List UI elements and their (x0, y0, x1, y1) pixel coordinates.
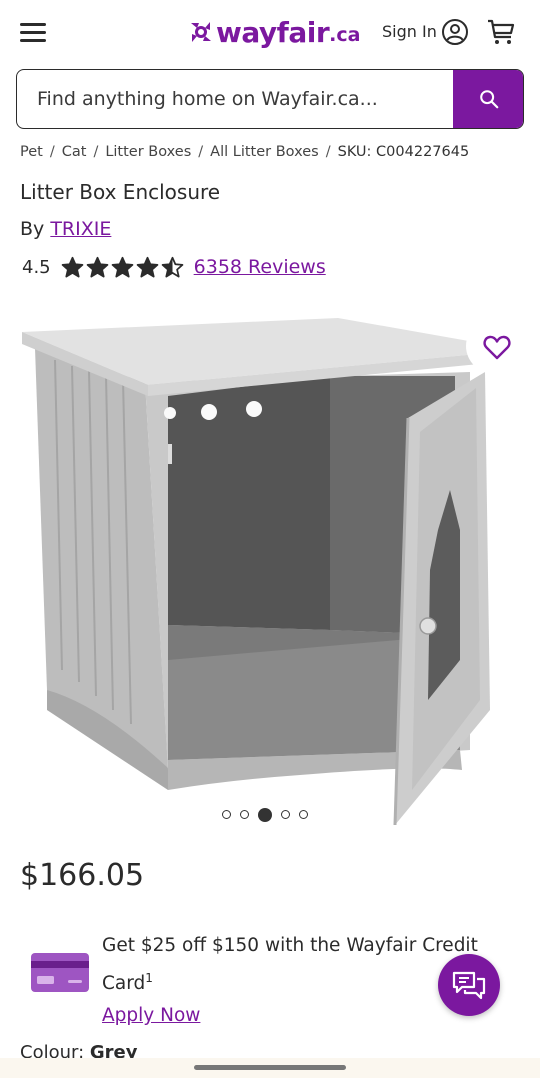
breadcrumb-separator: / (325, 144, 331, 160)
reviews-link[interactable]: 6358 Reviews (194, 256, 326, 278)
brand-link[interactable]: TRIXIE (50, 218, 111, 240)
rating-row: 4.5 6358 Reviews (22, 253, 326, 281)
star-rating (61, 256, 184, 279)
wayfair-logo[interactable]: wayfair .ca (188, 14, 360, 50)
carousel-dot[interactable] (222, 810, 231, 819)
brand-byline: By TRIXIE (20, 218, 111, 240)
breadcrumb-item-cat[interactable]: Cat (62, 144, 87, 160)
breadcrumb-separator: / (93, 144, 99, 160)
footnote-marker: 1 (145, 971, 153, 985)
carousel-dot[interactable] (299, 810, 308, 819)
wayfair-pinwheel-icon (191, 22, 211, 42)
shopping-cart-icon[interactable] (486, 17, 516, 47)
breadcrumb-item-litter-boxes[interactable]: Litter Boxes (105, 144, 191, 160)
apply-now-link[interactable]: Apply Now (102, 1005, 200, 1026)
search-bar (16, 69, 524, 129)
carousel-dot[interactable] (240, 810, 249, 819)
search-icon (480, 90, 499, 109)
product-price: $166.05 (20, 858, 145, 893)
product-image[interactable] (0, 300, 540, 840)
logo-wordmark: wayfair (216, 15, 330, 49)
breadcrumb-item-pet[interactable]: Pet (20, 144, 43, 160)
star-full-icon (136, 256, 158, 277)
favorite-button[interactable] (466, 318, 524, 374)
chat-bubbles-icon (452, 971, 486, 1000)
user-circle-icon[interactable] (441, 18, 469, 46)
hamburger-menu-icon[interactable] (20, 21, 46, 43)
star-full-icon (86, 256, 108, 277)
star-full-icon (61, 256, 83, 277)
carousel-dots (222, 807, 308, 822)
star-half-icon (161, 256, 183, 277)
logo-domain: .ca (329, 24, 361, 46)
home-indicator[interactable] (194, 1065, 346, 1070)
carousel-dot[interactable] (281, 810, 290, 819)
breadcrumb: Pet / Cat / Litter Boxes / All Litter Boxes / SK… (20, 144, 469, 160)
credit-card-icon (31, 953, 89, 992)
by-label: By (20, 218, 45, 240)
rating-value: 4.5 (22, 256, 51, 278)
chat-button[interactable] (438, 954, 500, 1016)
star-full-icon (111, 256, 133, 277)
search-button[interactable] (453, 70, 523, 128)
sku-label: SKU: C004227645 (337, 144, 470, 160)
credit-promo: Get $25 off $150 with the Wayfair Credit… (102, 930, 482, 1032)
product-title: Litter Box Enclosure (20, 180, 221, 204)
credit-promo-text: Get $25 off $150 with the Wayfair Credit… (102, 935, 478, 995)
breadcrumb-item-all-litter-boxes[interactable]: All Litter Boxes (210, 144, 319, 160)
top-header: wayfair .ca Sign In (0, 0, 540, 64)
search-input[interactable] (17, 70, 453, 127)
breadcrumb-separator: / (49, 144, 55, 160)
heart-outline-icon (483, 335, 511, 360)
carousel-dot-active[interactable] (258, 807, 272, 822)
breadcrumb-separator: / (198, 144, 204, 160)
sign-in-link[interactable]: Sign In (382, 22, 437, 41)
